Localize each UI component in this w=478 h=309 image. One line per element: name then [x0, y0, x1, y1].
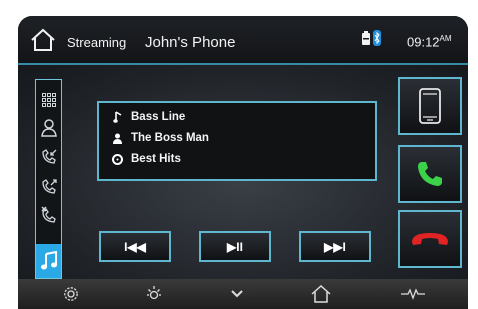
clock-time: 09:12	[407, 34, 440, 50]
device-name: John's Phone	[145, 34, 236, 51]
music-note-icon	[40, 251, 57, 270]
home-icon[interactable]	[30, 28, 56, 52]
next-track-button[interactable]: ▶▶I	[299, 231, 371, 262]
audio-settings-button[interactable]	[401, 284, 425, 304]
next-icon: ▶▶I	[324, 239, 346, 254]
incoming-call-icon	[41, 148, 56, 164]
sidebar-item-music[interactable]	[36, 244, 61, 278]
phone-icon	[419, 88, 441, 124]
outgoing-call-icon	[41, 178, 57, 194]
clock-ampm: AM	[439, 34, 452, 43]
previous-track-button[interactable]: I◀◀	[99, 231, 171, 262]
head-unit-screen: Streaming John's Phone 09:12AM Bass Line…	[18, 16, 468, 309]
song-title: Bass Line	[131, 111, 186, 123]
play-pause-button[interactable]: ▶II	[199, 231, 271, 262]
contacts-icon	[40, 118, 57, 137]
brightness-button[interactable]	[142, 284, 166, 304]
home-button[interactable]	[309, 284, 333, 304]
music-note-small-icon	[111, 111, 123, 123]
person-icon	[111, 133, 123, 144]
settings-icon	[64, 287, 78, 301]
disc-icon	[111, 153, 123, 165]
settings-button[interactable]	[59, 284, 83, 304]
answer-call-icon	[418, 162, 442, 186]
album-row: Best Hits	[111, 153, 181, 165]
phone-menu-button[interactable]	[398, 77, 462, 135]
end-call-icon	[412, 233, 448, 245]
collapse-button[interactable]	[225, 284, 249, 304]
grid-icon	[41, 92, 56, 107]
brightness-icon	[147, 286, 161, 300]
sidebar-item-missed-calls[interactable]	[36, 201, 61, 228]
sidebar	[35, 79, 62, 279]
clock: 09:12AM	[407, 34, 452, 49]
sidebar-item-outgoing-calls[interactable]	[36, 173, 61, 200]
song-row: Bass Line	[111, 111, 185, 123]
sidebar-item-keypad[interactable]	[36, 86, 61, 113]
chevron-down-icon	[231, 290, 243, 298]
play-pause-icon: ▶II	[227, 239, 243, 254]
home-icon	[311, 285, 331, 303]
bottom-bar	[18, 279, 468, 309]
previous-icon: I◀◀	[124, 239, 146, 254]
phone-battery-bluetooth-icon	[362, 30, 381, 46]
now-playing-panel: Bass Line The Boss Man Best Hits	[97, 101, 377, 181]
audio-wave-icon	[401, 288, 425, 300]
artist-row: The Boss Man	[111, 132, 209, 144]
artist-name: The Boss Man	[131, 132, 209, 144]
source-label: Streaming	[67, 35, 127, 50]
top-bar: Streaming John's Phone 09:12AM	[18, 16, 468, 65]
missed-call-icon	[40, 205, 56, 223]
sidebar-item-contacts[interactable]	[36, 114, 61, 141]
main-content: Bass Line The Boss Man Best Hits I◀◀ ▶II…	[18, 65, 468, 279]
answer-call-button[interactable]	[398, 145, 462, 203]
sidebar-item-incoming-calls[interactable]	[36, 143, 61, 170]
album-name: Best Hits	[131, 153, 181, 165]
end-call-button[interactable]	[398, 210, 462, 268]
